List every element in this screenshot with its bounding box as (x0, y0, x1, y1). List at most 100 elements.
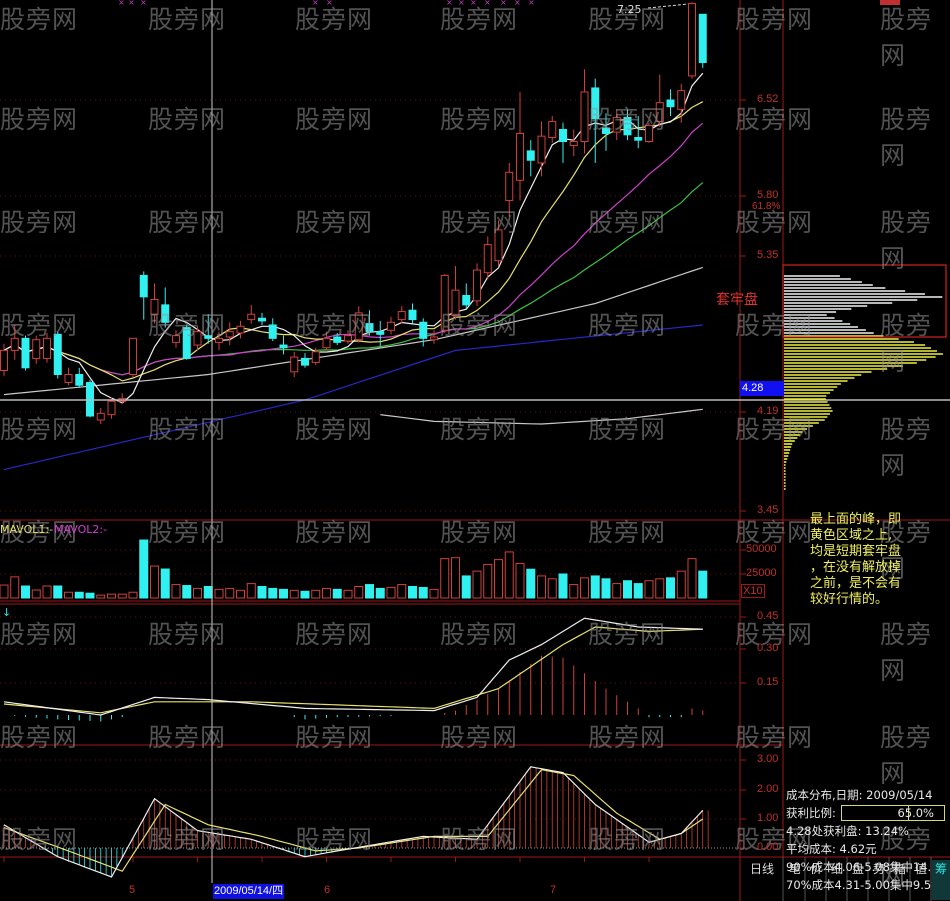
kline-chart[interactable]: × × × × × × × × × × × ×↓ (0, 0, 950, 901)
volume-bar (203, 585, 213, 599)
volume-bar (107, 593, 116, 599)
osc-tick: 2.00 (757, 783, 779, 795)
candle-down (279, 344, 288, 349)
volume-bar (623, 580, 632, 599)
candle-up (645, 124, 653, 143)
macd-tick: 0.15 (757, 676, 779, 688)
volume-bar (225, 587, 235, 599)
mavol1-legend: MAVOL1:- (0, 523, 54, 536)
volume-bar (655, 578, 665, 599)
candle-down (698, 13, 707, 64)
tab-chips[interactable]: 筹 (932, 860, 950, 900)
volume-bar (21, 585, 30, 599)
fib-label: 61.8% (752, 201, 781, 212)
candle-up (290, 356, 299, 373)
candle-down (602, 127, 610, 134)
macd-tick: 0.45 (757, 610, 779, 622)
candle-up (451, 289, 460, 317)
volume-bar (504, 551, 514, 599)
tab-bi[interactable]: 笔 (785, 860, 805, 900)
volume-bar (569, 584, 579, 599)
volume-bar (139, 539, 149, 599)
osc-tick: 1.00 (757, 812, 779, 824)
volume-bar (461, 575, 471, 599)
signal-marker-x-icon: × (118, 0, 125, 7)
candle-down (591, 87, 600, 120)
note-line: 最上面的峰，即 (810, 512, 902, 527)
candle-down (161, 304, 170, 323)
volume-bar (580, 577, 589, 599)
volume-bar (257, 585, 267, 599)
volume-bar (375, 587, 385, 599)
osc-tick: 0.00 (757, 841, 779, 853)
candle-up (0, 349, 8, 371)
volume-bar (85, 592, 95, 599)
volume-bar (537, 575, 546, 599)
tab-daily[interactable]: 日线 (743, 860, 781, 900)
volume-bar (289, 589, 299, 599)
price-tick: 5.35 (757, 249, 779, 261)
candle-up (655, 102, 664, 122)
candle-up (311, 351, 320, 363)
price-tick: 4.19 (757, 405, 779, 417)
candle-up (32, 339, 41, 359)
osc-tick: 3.00 (757, 753, 779, 765)
signal-marker-x-icon: × (500, 0, 507, 7)
ma20-line (3, 122, 704, 376)
candle-up (322, 337, 331, 349)
volume-bar (408, 585, 417, 599)
volume-bar (633, 583, 643, 599)
volume-bar (343, 589, 353, 599)
volume-bar (440, 558, 450, 599)
candle-down (258, 317, 266, 322)
tab-pankou[interactable]: 盘 (848, 860, 868, 900)
candle-up (225, 331, 234, 338)
price-tick: 5.80 (757, 189, 779, 201)
candle-down (666, 99, 675, 108)
volume-bar (397, 584, 407, 599)
volume-bar (214, 588, 224, 599)
month-label: 7 (550, 884, 557, 896)
volume-bar (311, 589, 321, 599)
volume-bar (53, 585, 63, 599)
macd-tick: 0.30 (757, 642, 779, 654)
info-title: 成本分布,日期: 2009/05/14 (786, 788, 933, 802)
note-line: 均是短期套牢盘 (810, 544, 902, 559)
ma5-line (3, 72, 704, 404)
volume-bar (698, 570, 708, 599)
volume-bar (365, 584, 374, 599)
trapped-chips-label: 套牢盘 (716, 292, 758, 308)
volume-bar (483, 563, 493, 599)
note-line: 之前，是不会有 (810, 576, 902, 591)
tab-index[interactable]: 指 (890, 860, 910, 900)
candle-up (129, 337, 137, 375)
candle-down (268, 324, 277, 339)
volume-bar (644, 580, 654, 599)
candle-down (365, 323, 374, 333)
tab-price[interactable]: 价 (806, 860, 826, 900)
volume-bar (515, 562, 525, 599)
ma30-line (3, 182, 704, 376)
volume-bar (268, 587, 278, 599)
tab-detail[interactable]: 细 (827, 860, 847, 900)
candle-down (462, 294, 471, 306)
signal-marker-x-icon: × (528, 0, 535, 7)
volume-bar (612, 583, 622, 599)
high-price-label: 7.25 (617, 3, 642, 16)
tab-trend[interactable]: 势 (869, 860, 889, 900)
candle-down (634, 136, 643, 141)
candle-down (408, 309, 417, 321)
candle-down (526, 150, 535, 161)
tab-value[interactable]: 值 (911, 860, 931, 900)
candle-down (559, 128, 567, 143)
volume-bar (354, 585, 364, 599)
volume-bar (429, 588, 439, 599)
volume-bar (687, 558, 697, 599)
signal-marker-x-icon: × (514, 0, 521, 7)
ma60-line (3, 266, 703, 396)
candle-down (333, 336, 342, 343)
volume-bar (128, 591, 138, 599)
info-line: 4.28处获利盘: 13.24% (786, 824, 909, 838)
down-arrow-icon: ↓ (2, 606, 11, 619)
candle-down (182, 327, 191, 359)
